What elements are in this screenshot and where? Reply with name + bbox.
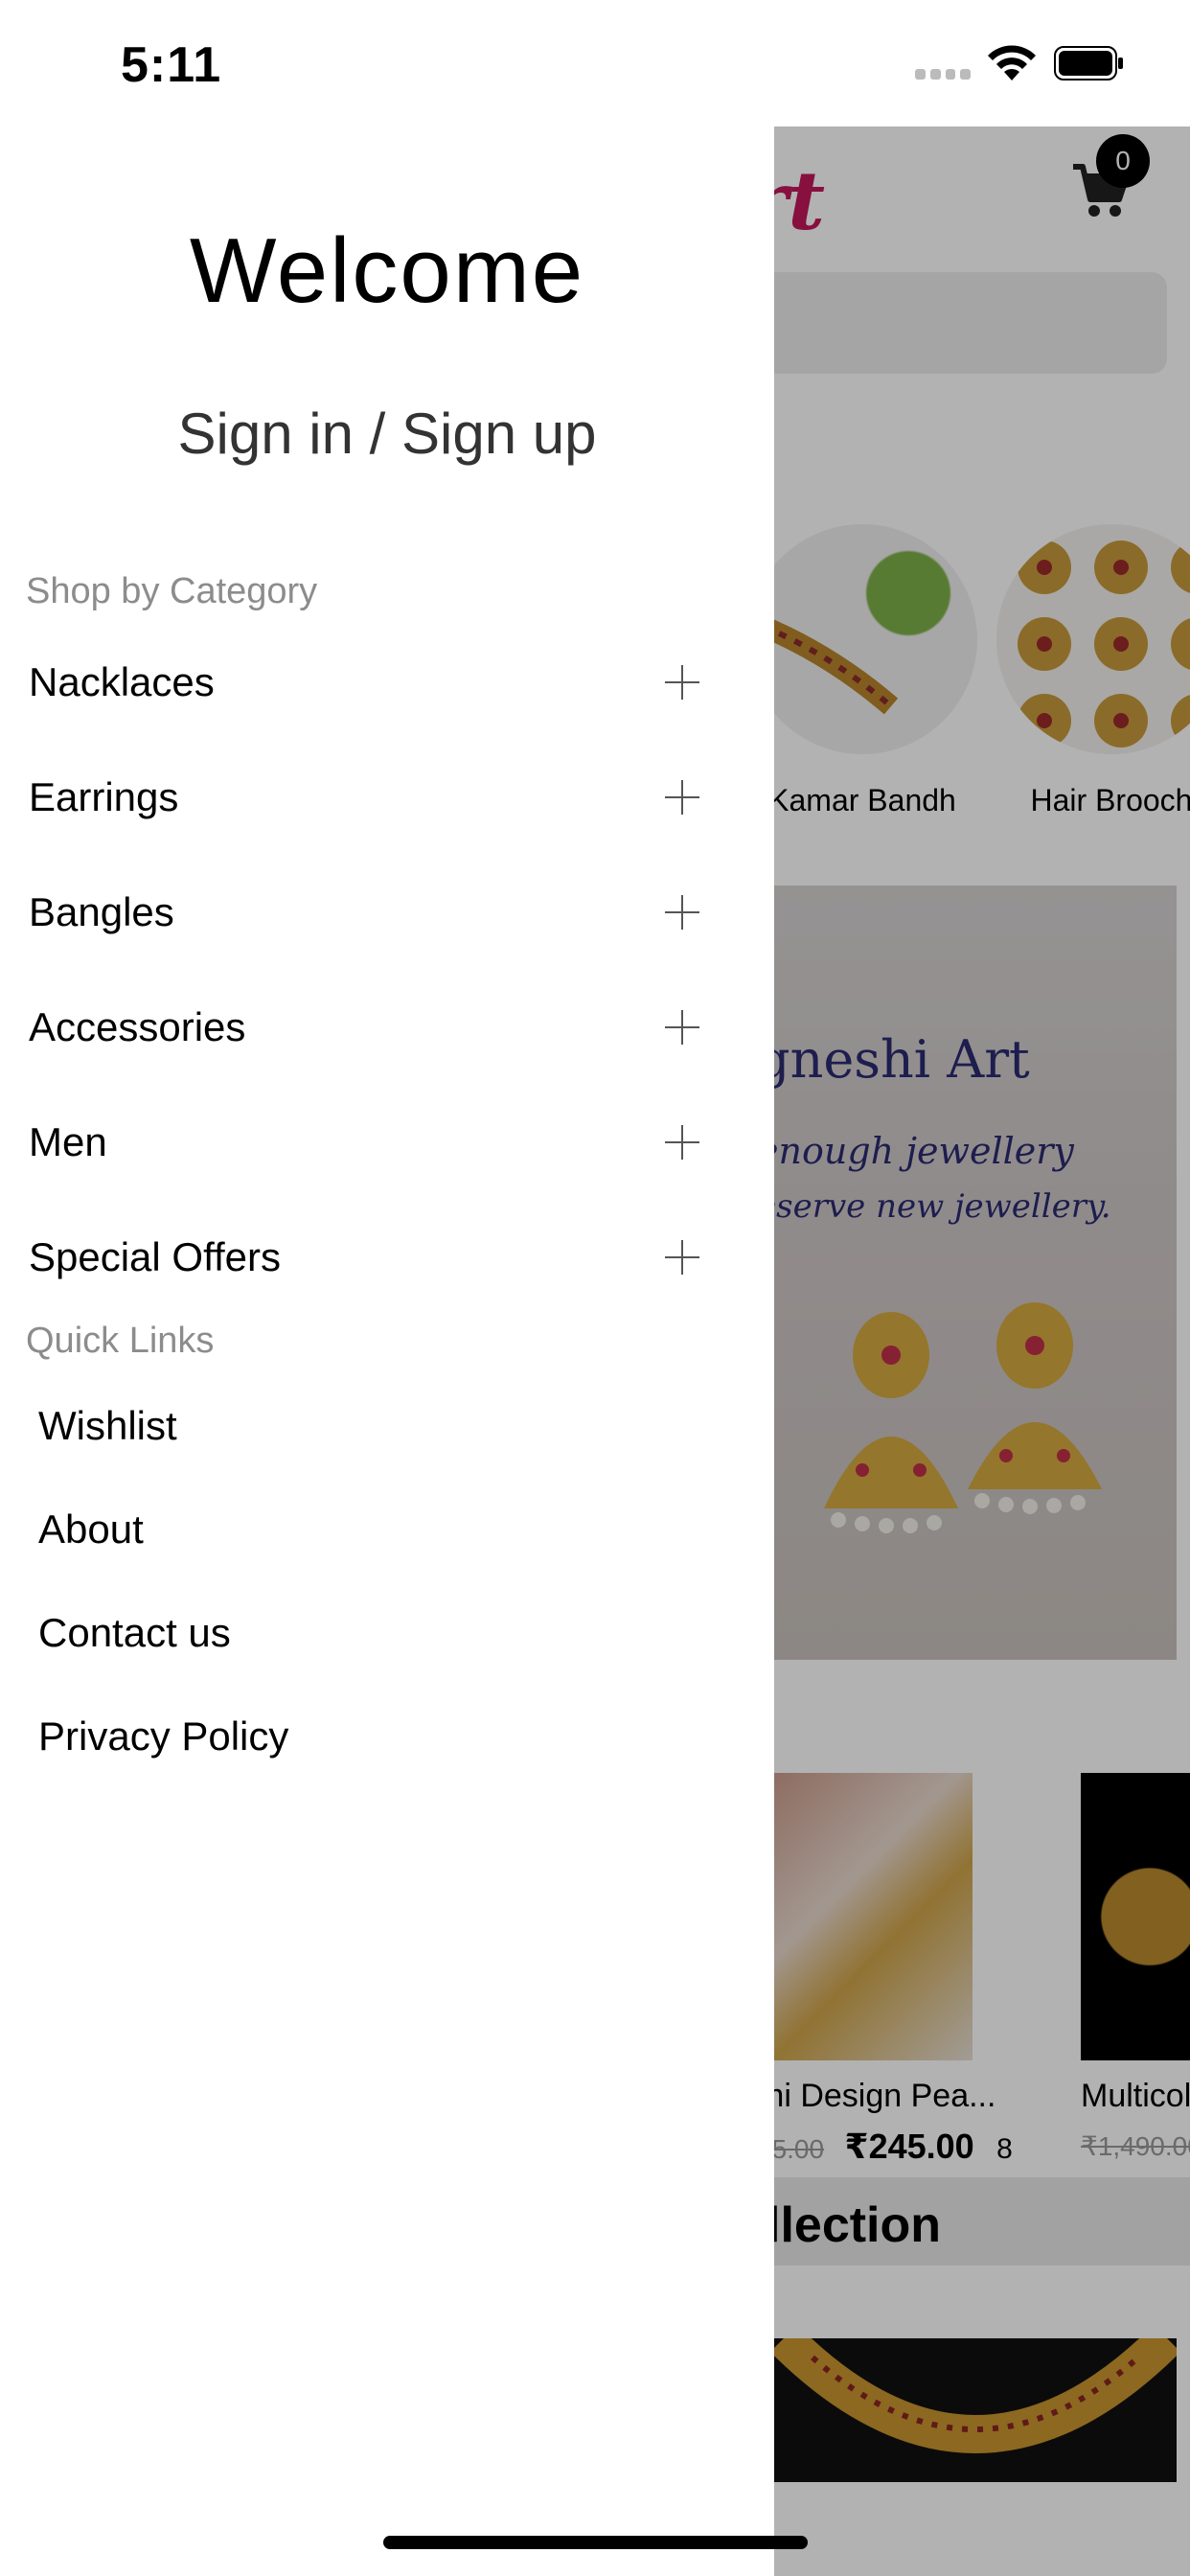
drawer-category-bangles[interactable]: Bangles <box>29 874 699 951</box>
drawer-category-accessories[interactable]: Accessories <box>29 989 699 1066</box>
home-indicator[interactable] <box>383 2536 808 2549</box>
cellular-signal-icon <box>915 69 971 82</box>
status-time: 5:11 <box>121 37 222 93</box>
drawer-category-men[interactable]: Men <box>29 1104 699 1181</box>
plus-icon[interactable] <box>665 1125 699 1160</box>
plus-icon[interactable] <box>665 1010 699 1045</box>
plus-icon[interactable] <box>665 895 699 930</box>
category-label: Bangles <box>29 889 174 934</box>
category-label: Special Offers <box>29 1234 282 1279</box>
quick-link-privacy-policy[interactable]: Privacy Policy <box>38 1714 288 1760</box>
battery-icon <box>1054 46 1123 80</box>
plus-icon[interactable] <box>665 665 699 700</box>
drawer-category-earrings[interactable]: Earrings <box>29 759 699 836</box>
welcome-heading: Welcome <box>189 219 585 322</box>
drawer-category-nacklaces[interactable]: Nacklaces <box>29 644 699 721</box>
quick-link-wishlist[interactable]: Wishlist <box>38 1403 177 1449</box>
category-label: Nacklaces <box>29 659 215 704</box>
signin-link[interactable]: Sign in / Sign up <box>0 401 774 467</box>
plus-icon[interactable] <box>665 1240 699 1275</box>
wifi-icon <box>988 45 1036 80</box>
shop-by-category-title: Shop by Category <box>26 571 318 611</box>
quick-link-contact-us[interactable]: Contact us <box>38 1610 231 1656</box>
category-label: Men <box>29 1119 107 1164</box>
status-bar: 5:11 <box>0 0 1190 126</box>
category-label: Accessories <box>29 1004 246 1049</box>
quick-links-title: Quick Links <box>26 1321 215 1361</box>
plus-icon[interactable] <box>665 780 699 815</box>
drawer-category-special-offers[interactable]: Special Offers <box>29 1219 699 1296</box>
side-drawer: Welcome Sign in / Sign up Shop by Catego… <box>0 0 774 2576</box>
quick-link-about[interactable]: About <box>38 1506 144 1552</box>
category-label: Earrings <box>29 774 179 819</box>
